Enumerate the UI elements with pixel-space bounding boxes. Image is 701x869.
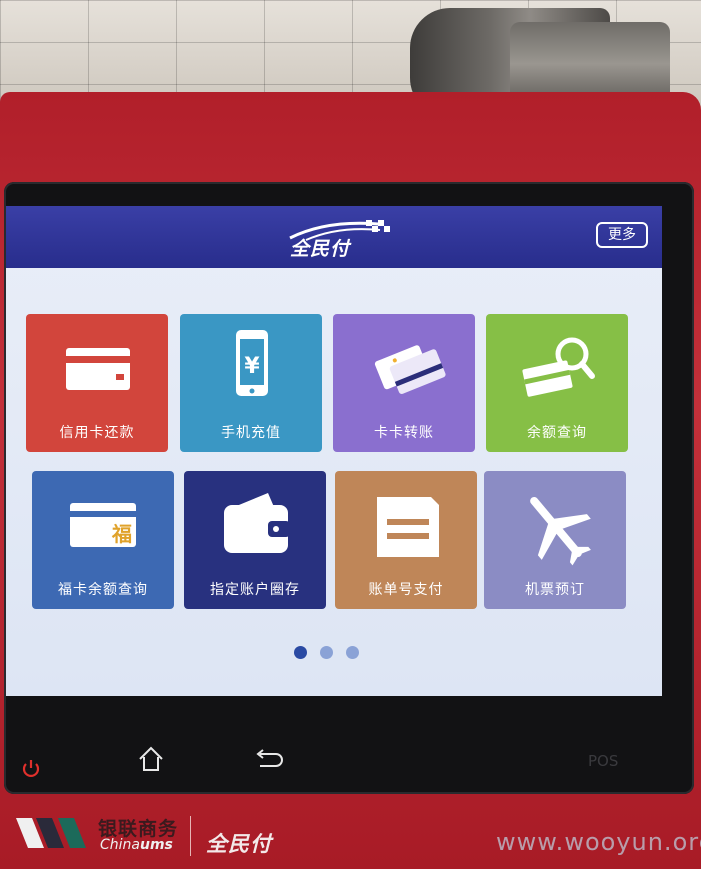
tile-bill-payment[interactable]: 账单号支付 xyxy=(335,471,477,609)
tile-label: 手机充值 xyxy=(221,425,281,441)
home-icon[interactable] xyxy=(136,745,166,773)
tile-label: 卡卡转账 xyxy=(374,425,434,441)
brand-en: Chinaums xyxy=(100,837,173,853)
tile-label: 余额查询 xyxy=(527,425,587,441)
fu-char: 福 xyxy=(111,522,132,546)
mobile-phone-yuan-icon: ¥ xyxy=(236,330,268,396)
tile-label: 信用卡还款 xyxy=(59,425,135,441)
airplane-icon xyxy=(530,496,591,566)
tile-label: 机票预订 xyxy=(525,582,585,598)
tile-flight-booking[interactable]: 机票预订 xyxy=(484,471,626,609)
card-search-icon xyxy=(522,337,595,397)
tile-credit-card-repayment[interactable]: 信用卡还款 xyxy=(26,314,168,452)
tile-card-transfer[interactable]: 卡卡转账 xyxy=(333,314,475,452)
wallet-icon xyxy=(224,493,290,553)
ums-logo-icon xyxy=(16,818,86,848)
watermark: www.wooyun.org xyxy=(496,828,701,856)
page-indicator xyxy=(294,646,374,660)
bill-icon xyxy=(377,497,439,557)
app-title: 全民付 xyxy=(290,238,351,260)
page-dot-1[interactable] xyxy=(294,646,307,659)
tile-label: 福卡余额查询 xyxy=(58,582,148,598)
tile-balance-inquiry[interactable]: 余额查询 xyxy=(486,314,628,452)
fu-card-icon: 福 xyxy=(70,503,136,547)
power-icon[interactable] xyxy=(20,757,42,779)
tile-mobile-recharge[interactable]: ¥ 手机充值 xyxy=(180,314,322,452)
app-logo: 全民付 xyxy=(286,218,396,260)
brand-quanminfu: 全民付 xyxy=(206,832,272,856)
more-button[interactable]: 更多 xyxy=(596,222,648,248)
touch-screen: 全民付 更多 信用卡还款 ¥ 手机充值 卡卡转账 余额查询 福 福卡余额查询 指… xyxy=(6,206,662,696)
tile-label: 指定账户圈存 xyxy=(210,582,300,598)
card-transfer-icon xyxy=(374,345,446,394)
page-dot-2[interactable] xyxy=(320,646,333,659)
tile-label: 账单号支付 xyxy=(368,582,444,598)
tile-fu-card-balance[interactable]: 福 福卡余额查询 xyxy=(32,471,174,609)
tile-designated-account-load[interactable]: 指定账户圈存 xyxy=(184,471,326,609)
pos-label: POS xyxy=(588,752,619,770)
credit-card-icon xyxy=(66,348,130,390)
page-dot-3[interactable] xyxy=(346,646,359,659)
brand-divider xyxy=(190,816,191,856)
unionpay-ums-logo: 银联商务 Chinaums xyxy=(14,812,354,856)
svg-text:¥: ¥ xyxy=(244,354,260,379)
back-icon[interactable] xyxy=(254,748,284,770)
top-bar: 全民付 更多 xyxy=(6,206,662,268)
